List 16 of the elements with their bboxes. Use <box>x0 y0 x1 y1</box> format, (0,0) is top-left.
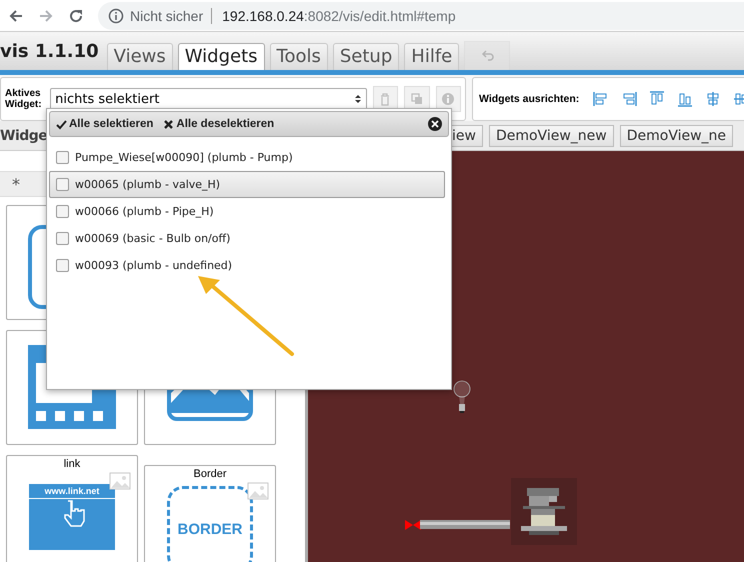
align-label: Widgets ausrichten: <box>479 93 580 105</box>
filter-text: * <box>12 174 20 194</box>
widget-label: Border <box>193 468 227 480</box>
link-preview-text: www.link.net <box>29 484 115 499</box>
widget-list-label: w00093 (plumb - undefined) <box>75 259 232 272</box>
widget-list-label: w00069 (basic - Bulb on/off) <box>75 232 230 245</box>
widget-list-label: w00065 (plumb - valve_H) <box>75 178 220 191</box>
url-text: 192.168.0.24:8082/vis/edit.html#temp <box>221 8 456 24</box>
border-preview-text: BORDER <box>177 520 242 538</box>
widget-list-label: w00066 (plumb - Pipe_H) <box>75 205 214 218</box>
widget-list-label: Pumpe_Wiese[w00090] (plumb - Pump) <box>75 151 293 164</box>
active-widget-label: Aktives Widget: <box>5 88 43 110</box>
widget-label: link <box>64 458 80 470</box>
security-label: Nicht sicher <box>130 8 212 24</box>
app-title: vis 1.1.10 <box>0 40 99 62</box>
panel-heading: Widge <box>0 128 48 144</box>
